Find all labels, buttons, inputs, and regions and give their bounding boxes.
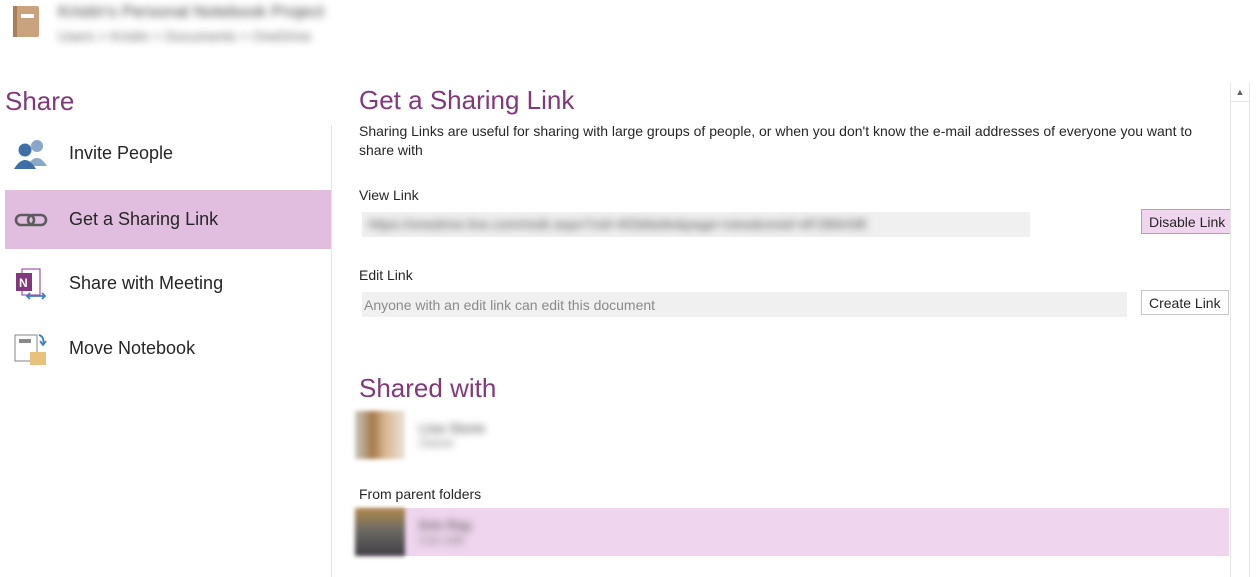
sidebar-item-move-notebook[interactable]: Move Notebook [5, 319, 331, 378]
person-role: Can edit [419, 533, 464, 547]
sidebar-item-invite-people[interactable]: Invite People [5, 124, 331, 183]
from-parent-folders-label: From parent folders [359, 486, 482, 502]
person-details: Kim Ray Can edit [419, 517, 472, 547]
person-details: Lisa Stone Owner [419, 420, 485, 450]
view-link-label: View Link [359, 187, 419, 203]
parent-person-row-highlight [360, 508, 1229, 556]
sidebar-item-label: Share with Meeting [69, 273, 224, 293]
invite-people-icon [13, 136, 49, 172]
sidebar-item-label: Get a Sharing Link [69, 209, 219, 229]
move-notebook-icon [13, 331, 49, 367]
link-icon [13, 202, 49, 238]
onenote-meeting-icon: N [13, 266, 49, 302]
svg-text:N: N [19, 276, 28, 290]
notebook-path: Users > Kristin > Documents > OneDrive [58, 28, 312, 44]
notebook-icon [12, 5, 40, 38]
sidebar-item-share-with-meeting[interactable]: N Share with Meeting [5, 254, 331, 313]
create-link-button[interactable]: Create Link [1141, 290, 1229, 315]
person-name: Kim Ray [419, 517, 472, 533]
scroll-up-arrow-icon[interactable]: ▲ [1231, 83, 1249, 102]
notebook-title: Kristin's Personal Notebook Project [58, 2, 324, 21]
avatar [355, 508, 405, 556]
sidebar-item-get-sharing-link[interactable]: Get a Sharing Link [5, 190, 331, 249]
avatar [355, 411, 405, 459]
page-title: Get a Sharing Link [359, 85, 575, 115]
edit-link-label: Edit Link [359, 267, 413, 283]
view-link-url: https://onedrive.live.com/redir.aspx?cid… [368, 216, 869, 232]
sidebar-item-label: Invite People [69, 143, 174, 163]
parent-folder-person[interactable]: Kim Ray Can edit [355, 508, 472, 556]
shared-person[interactable]: Lisa Stone Owner [355, 411, 485, 459]
shared-with-heading: Shared with [359, 373, 497, 403]
panel-divider [331, 125, 332, 577]
share-heading: Share [5, 86, 75, 116]
vertical-scrollbar[interactable]: ▲ [1230, 83, 1250, 577]
sidebar-item-label: Move Notebook [69, 338, 196, 358]
edit-link-field[interactable] [362, 292, 1127, 317]
person-role: Owner [419, 436, 455, 450]
sharing-link-description: Sharing Links are useful for sharing wit… [359, 123, 1193, 158]
view-link-field[interactable]: https://onedrive.live.com/redir.aspx?cid… [362, 212, 1030, 237]
disable-link-button[interactable]: Disable Link [1141, 209, 1234, 234]
person-name: Lisa Stone [419, 420, 486, 436]
